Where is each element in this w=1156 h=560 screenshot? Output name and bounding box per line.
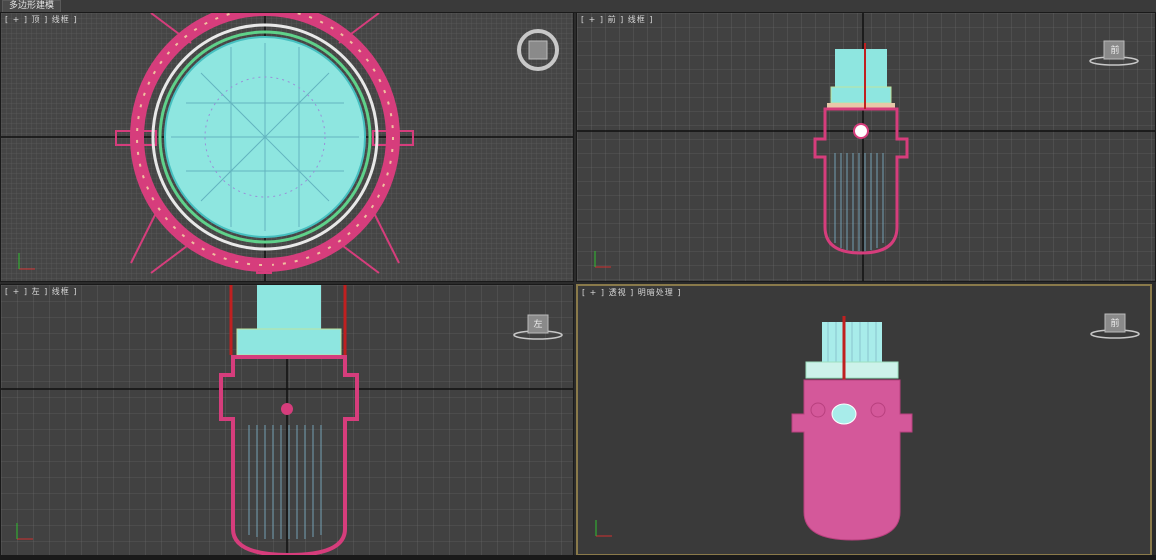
view-cube-front-label[interactable]: 前 — [1106, 43, 1124, 56]
left-view-canvas — [1, 285, 573, 555]
view-cube-persp-label[interactable]: 前 — [1105, 316, 1125, 329]
top-view-canvas — [1, 13, 573, 281]
viewport-perspective[interactable]: [ + ] 透视 ] 明暗处理 ] 前 — [576, 284, 1152, 556]
viewport-perspective-label[interactable]: [ + ] 透视 ] 明暗处理 ] — [582, 287, 681, 298]
front-view-canvas — [577, 13, 1155, 281]
viewport-front-label[interactable]: [ + ] 前 ] 线框 ] — [581, 14, 653, 25]
viewport-left-label[interactable]: [ + ] 左 ] 线框 ] — [5, 286, 77, 297]
status-bar — [0, 555, 1156, 560]
viewport-top-label[interactable]: [ + ] 顶 ] 线框 ] — [5, 14, 77, 25]
viewport-left[interactable]: [ + ] 左 ] 线框 ] 左 — [0, 284, 574, 556]
viewport-top[interactable]: [ + ] 顶 ] 线框 ] — [0, 12, 574, 282]
view-cube-left-label[interactable]: 左 — [528, 317, 548, 330]
perspective-view-canvas — [578, 286, 1150, 554]
viewport-front[interactable]: [ + ] 前 ] 线框 ] 前 — [576, 12, 1156, 282]
tab-polygon-modeling[interactable]: 多边形建模 — [2, 0, 62, 12]
